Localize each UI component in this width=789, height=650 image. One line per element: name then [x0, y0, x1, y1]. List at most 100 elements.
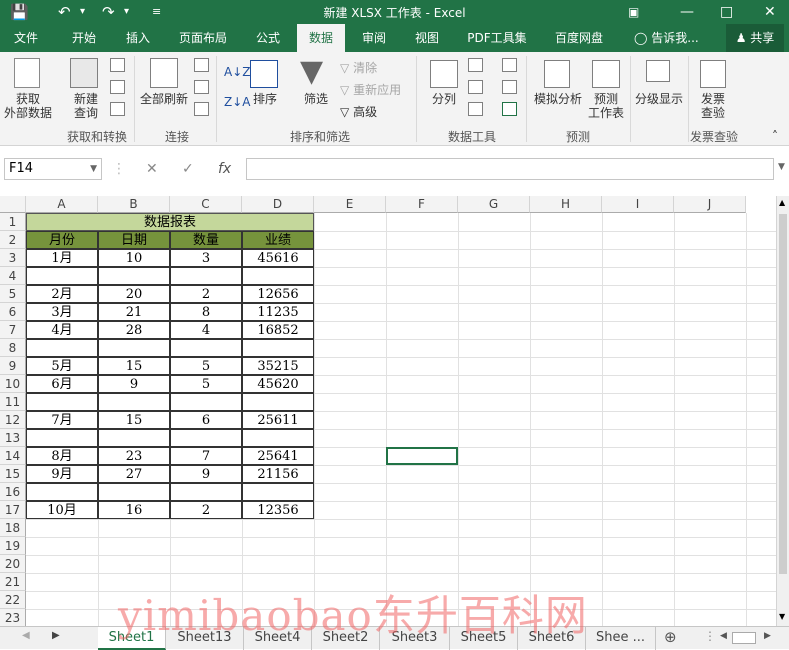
filter-button[interactable]: 筛选 — [296, 92, 336, 106]
tab-file[interactable]: 文件 — [0, 24, 52, 52]
tab-review[interactable]: 审阅 — [350, 24, 398, 52]
table-cell[interactable] — [170, 267, 242, 285]
ribbon-display-icon[interactable]: ▣ — [628, 2, 639, 22]
table-cell[interactable]: 2 — [170, 501, 242, 519]
name-box[interactable]: F14 ▼ — [4, 158, 102, 180]
table-cell[interactable] — [242, 267, 314, 285]
invoice-check-button[interactable]: 发票 查验 — [692, 92, 734, 120]
table-cell[interactable]: 9月 — [26, 465, 98, 483]
properties-icon[interactable] — [194, 80, 209, 94]
table-cell[interactable]: 45620 — [242, 375, 314, 393]
text-to-columns-button[interactable]: 分列 — [424, 92, 464, 106]
table-cell[interactable]: 7 — [170, 447, 242, 465]
horizontal-scrollbar[interactable] — [732, 632, 756, 644]
expand-formula-icon[interactable]: ▼ — [778, 162, 785, 172]
row-header-17[interactable]: 17 — [0, 501, 26, 519]
table-cell[interactable] — [242, 429, 314, 447]
table-cell[interactable] — [242, 393, 314, 411]
new-query-button[interactable]: 新建 查询 — [64, 92, 108, 120]
data-validation-icon[interactable] — [468, 102, 483, 116]
edit-links-icon[interactable] — [194, 102, 209, 116]
row-header-8[interactable]: 8 — [0, 339, 26, 357]
forecast-sheet-button[interactable]: 预测 工作表 — [586, 92, 626, 120]
table-cell[interactable]: 35215 — [242, 357, 314, 375]
hscroll-right-icon[interactable]: ▶ — [764, 631, 771, 641]
row-header-14[interactable]: 14 — [0, 447, 26, 465]
scroll-down-icon[interactable]: ▼ — [779, 612, 785, 621]
table-cell[interactable]: 5 — [170, 357, 242, 375]
maximize-icon[interactable]: □ — [720, 2, 733, 22]
table-cell[interactable]: 10月 — [26, 501, 98, 519]
table-cell[interactable]: 9 — [170, 465, 242, 483]
row-header-21[interactable]: 21 — [0, 573, 26, 591]
selected-cell[interactable] — [386, 447, 458, 465]
table-cell[interactable] — [170, 339, 242, 357]
add-sheet-icon[interactable]: ⊕ — [664, 628, 677, 646]
relationships-icon[interactable] — [502, 80, 517, 94]
table-cell[interactable]: 3月 — [26, 303, 98, 321]
cancel-icon[interactable]: ✕ — [146, 158, 158, 180]
row-header-15[interactable]: 15 — [0, 465, 26, 483]
share-button[interactable]: ♟ 共享 — [726, 24, 784, 52]
table-cell[interactable]: 4 — [170, 321, 242, 339]
table-cell[interactable]: 23 — [98, 447, 170, 465]
enter-icon[interactable]: ✓ — [182, 158, 194, 180]
table-cell[interactable] — [170, 429, 242, 447]
column-header-e[interactable]: E — [314, 196, 386, 213]
table-cell[interactable]: 3 — [170, 249, 242, 267]
vertical-scrollbar[interactable]: ▲ ▼ — [776, 196, 789, 626]
table-cell[interactable] — [26, 339, 98, 357]
table-cell[interactable]: 11235 — [242, 303, 314, 321]
table-cell[interactable] — [170, 393, 242, 411]
remove-duplicates-icon[interactable] — [468, 80, 483, 94]
column-header-j[interactable]: J — [674, 196, 746, 213]
column-header-h[interactable]: H — [530, 196, 602, 213]
table-cell[interactable]: 25611 — [242, 411, 314, 429]
table-cell[interactable]: 5 — [170, 375, 242, 393]
refresh-all-button[interactable]: 全部刷新 — [136, 92, 192, 106]
tab-view[interactable]: 视图 — [403, 24, 451, 52]
collapse-ribbon-icon[interactable]: ˄ — [772, 128, 778, 144]
table-header-cell[interactable]: 数量 — [170, 231, 242, 249]
row-header-23[interactable]: 23 — [0, 609, 26, 626]
advanced-button[interactable]: ▽ 高级 — [340, 104, 377, 120]
table-cell[interactable] — [26, 483, 98, 501]
tab-data[interactable]: 数据 — [297, 24, 345, 52]
what-if-button[interactable]: 模拟分析 — [530, 92, 586, 106]
sheet-tab-7[interactable]: Shee ... — [586, 627, 656, 650]
tab-home[interactable]: 开始 — [58, 24, 110, 52]
select-all-corner[interactable] — [0, 196, 26, 213]
insert-function-button[interactable]: fx — [218, 158, 231, 180]
table-cell[interactable]: 8 — [170, 303, 242, 321]
table-header-cell[interactable]: 月份 — [26, 231, 98, 249]
table-cell[interactable] — [98, 429, 170, 447]
minimize-icon[interactable]: — — [680, 2, 694, 22]
table-cell[interactable]: 4月 — [26, 321, 98, 339]
table-cell[interactable] — [242, 483, 314, 501]
prev-sheet-icon[interactable]: ◀ — [22, 630, 30, 641]
consolidate-icon[interactable] — [502, 58, 517, 72]
table-cell[interactable]: 7月 — [26, 411, 98, 429]
table-cell[interactable]: 16852 — [242, 321, 314, 339]
table-cell[interactable]: 6 — [170, 411, 242, 429]
next-sheet-icon[interactable]: ▶ — [52, 630, 60, 641]
table-cell[interactable]: 27 — [98, 465, 170, 483]
hscroll-left-icon[interactable]: ◀ — [720, 631, 727, 641]
row-header-16[interactable]: 16 — [0, 483, 26, 501]
column-header-i[interactable]: I — [602, 196, 674, 213]
table-cell[interactable] — [242, 339, 314, 357]
row-header-13[interactable]: 13 — [0, 429, 26, 447]
table-cell[interactable]: 12356 — [242, 501, 314, 519]
row-header-7[interactable]: 7 — [0, 321, 26, 339]
tab-formulas[interactable]: 公式 — [244, 24, 292, 52]
row-header-11[interactable]: 11 — [0, 393, 26, 411]
table-cell[interactable] — [170, 483, 242, 501]
row-header-12[interactable]: 12 — [0, 411, 26, 429]
outline-button[interactable]: 分级显示 — [632, 92, 686, 106]
flash-fill-icon[interactable] — [468, 58, 483, 72]
table-cell[interactable]: 8月 — [26, 447, 98, 465]
table-cell[interactable]: 9 — [98, 375, 170, 393]
table-cell[interactable] — [26, 429, 98, 447]
sort-az-icon[interactable]: A↓Z — [224, 64, 250, 80]
manage-data-model-icon[interactable] — [502, 102, 517, 116]
